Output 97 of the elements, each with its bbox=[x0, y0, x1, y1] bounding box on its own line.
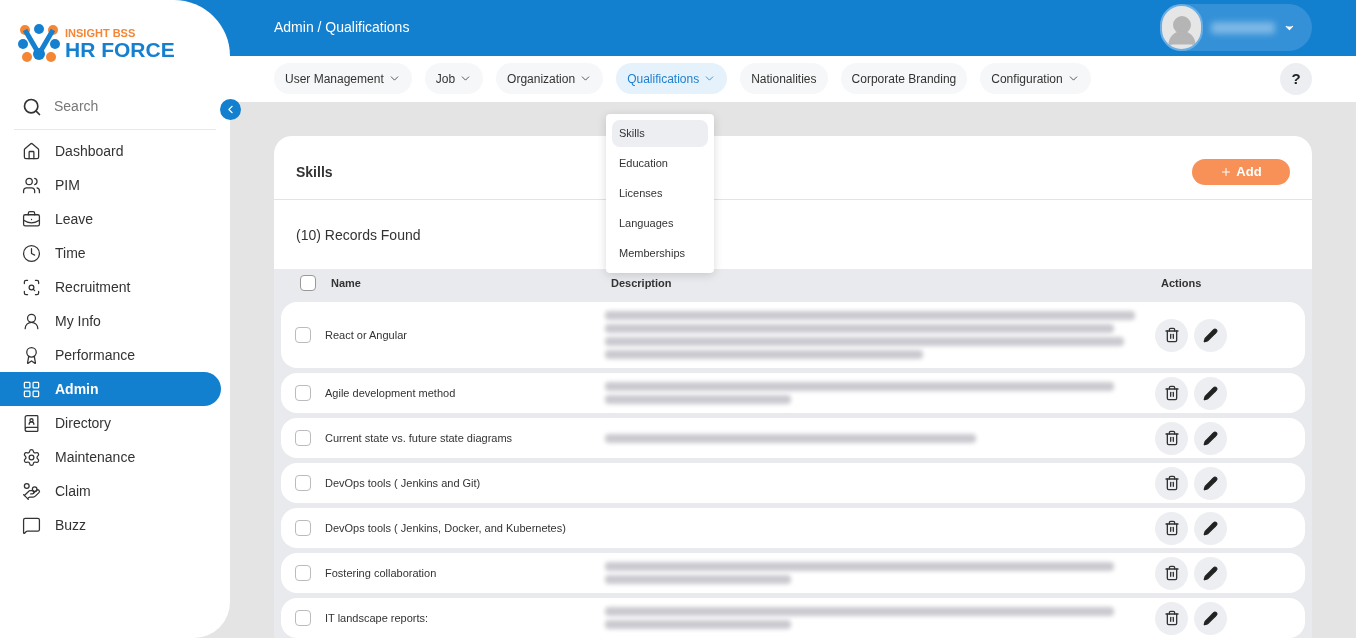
clock-icon bbox=[22, 243, 41, 263]
edit-button[interactable] bbox=[1194, 421, 1227, 455]
nav-item[interactable]: Claim bbox=[0, 474, 221, 508]
trash-icon bbox=[1163, 475, 1180, 491]
skill-name: IT landscape reports: bbox=[325, 610, 430, 626]
pencil-icon bbox=[1203, 475, 1218, 491]
row-checkbox[interactable] bbox=[295, 327, 311, 343]
delete-button[interactable] bbox=[1155, 556, 1188, 590]
edit-button[interactable] bbox=[1194, 556, 1227, 590]
trash-icon bbox=[1163, 385, 1180, 401]
row-checkbox[interactable] bbox=[295, 385, 311, 401]
nav-item[interactable]: Dashboard bbox=[0, 134, 221, 168]
search-field[interactable]: Search bbox=[54, 92, 194, 121]
skill-name: DevOps tools ( Jenkins and Git) bbox=[325, 475, 482, 491]
plus-icon bbox=[1220, 166, 1233, 178]
edit-button[interactable] bbox=[1194, 376, 1227, 410]
table-row[interactable]: DevOps tools ( Jenkins, Docker, and Kubernetes) bbox=[281, 508, 1305, 548]
row-checkbox[interactable] bbox=[295, 610, 311, 626]
breadcrumb: Admin / Qualifications bbox=[274, 18, 410, 38]
delete-button[interactable] bbox=[1155, 466, 1188, 500]
delete-button[interactable] bbox=[1155, 376, 1188, 410]
user-icon bbox=[22, 311, 41, 331]
nav-item[interactable]: Buzz bbox=[0, 508, 221, 542]
menu-item[interactable]: Skills bbox=[612, 120, 708, 147]
skill-name: Current state vs. future state diagrams bbox=[325, 430, 514, 446]
skill-name: Agile development method bbox=[325, 385, 457, 401]
trash-icon bbox=[1163, 610, 1180, 626]
nav-tab[interactable]: Nationalities bbox=[740, 63, 828, 95]
delete-button[interactable] bbox=[1155, 511, 1188, 545]
nav-tab[interactable]: Configuration bbox=[980, 63, 1091, 95]
skill-name: Fostering collaboration bbox=[325, 565, 438, 581]
home-icon bbox=[22, 141, 41, 161]
column-header: Description bbox=[611, 275, 673, 291]
briefcase-icon bbox=[22, 209, 41, 229]
user-menu[interactable] bbox=[1160, 4, 1312, 52]
nav-item[interactable]: Recruitment bbox=[0, 270, 221, 304]
table-row[interactable]: IT landscape reports: bbox=[281, 598, 1305, 638]
hand-coins-icon bbox=[22, 481, 41, 501]
avatar-silhouette bbox=[1160, 4, 1204, 52]
trash-icon bbox=[1163, 565, 1180, 581]
nav-item[interactable]: Directory bbox=[0, 406, 221, 440]
edit-button[interactable] bbox=[1194, 511, 1227, 545]
nav-item[interactable]: Time bbox=[0, 236, 221, 270]
nav-tab[interactable]: User Management bbox=[274, 63, 412, 95]
pencil-icon bbox=[1203, 327, 1218, 343]
edit-button[interactable] bbox=[1194, 601, 1227, 635]
trash-icon bbox=[1163, 327, 1180, 343]
table-row[interactable]: Agile development method bbox=[281, 373, 1305, 413]
gear-icon bbox=[22, 447, 41, 467]
nav-tab[interactable]: Organization bbox=[496, 63, 604, 95]
pencil-icon bbox=[1203, 520, 1218, 536]
header-checkbox[interactable] bbox=[300, 275, 316, 291]
edit-button[interactable] bbox=[1194, 466, 1227, 500]
nav-item[interactable]: My Info bbox=[0, 304, 221, 338]
delete-button[interactable] bbox=[1155, 601, 1188, 635]
row-checkbox[interactable] bbox=[295, 475, 311, 491]
row-checkbox[interactable] bbox=[295, 565, 311, 581]
delete-button[interactable] bbox=[1155, 421, 1188, 455]
row-checkbox[interactable] bbox=[295, 430, 311, 446]
trash-icon bbox=[1163, 430, 1180, 446]
grid-icon bbox=[22, 379, 41, 399]
nav-item[interactable]: Admin bbox=[0, 372, 221, 406]
table-row[interactable]: Fostering collaboration bbox=[281, 553, 1305, 593]
trash-icon bbox=[1163, 520, 1180, 536]
table-row[interactable]: Current state vs. future state diagrams bbox=[281, 418, 1305, 458]
nav-item[interactable]: Performance bbox=[0, 338, 221, 372]
people-icon bbox=[22, 175, 41, 195]
pencil-icon bbox=[1203, 430, 1218, 446]
logo-wordmark: HR FORCE bbox=[65, 39, 175, 60]
pencil-icon bbox=[1203, 610, 1218, 626]
logo-icon bbox=[17, 24, 61, 64]
help-button[interactable]: ? bbox=[1280, 62, 1312, 95]
chat-icon bbox=[22, 515, 41, 535]
records-count: (10) Records Found bbox=[296, 227, 421, 243]
blurred-user-name bbox=[1211, 21, 1276, 34]
magnifier-icon bbox=[22, 277, 41, 297]
delete-button[interactable] bbox=[1155, 318, 1188, 352]
row-checkbox[interactable] bbox=[295, 520, 311, 536]
nav-item[interactable]: Leave bbox=[0, 202, 221, 236]
card-title: Skills bbox=[296, 162, 333, 182]
skill-name: DevOps tools ( Jenkins, Docker, and Kubernetes) bbox=[325, 520, 567, 536]
nav-item[interactable]: Maintenance bbox=[0, 440, 221, 474]
pencil-icon bbox=[1203, 565, 1218, 581]
edit-button[interactable] bbox=[1194, 318, 1227, 352]
table-row[interactable]: DevOps tools ( Jenkins and Git) bbox=[281, 463, 1305, 503]
table-row[interactable]: React or Angular bbox=[281, 302, 1305, 368]
column-header: Actions bbox=[1161, 275, 1202, 291]
nav-tab[interactable]: Qualifications bbox=[616, 63, 728, 95]
nav-item[interactable]: PIM bbox=[0, 168, 221, 202]
pencil-icon bbox=[1203, 385, 1218, 401]
skill-name: React or Angular bbox=[325, 327, 408, 343]
nav-tab[interactable]: Job bbox=[424, 63, 484, 95]
logo-tagline: INSIGHT BSS bbox=[65, 28, 137, 39]
contact-book-icon bbox=[22, 413, 41, 433]
column-header: Name bbox=[331, 275, 362, 291]
search-icon bbox=[22, 96, 42, 117]
nav-tab[interactable]: Corporate Branding bbox=[840, 63, 968, 95]
